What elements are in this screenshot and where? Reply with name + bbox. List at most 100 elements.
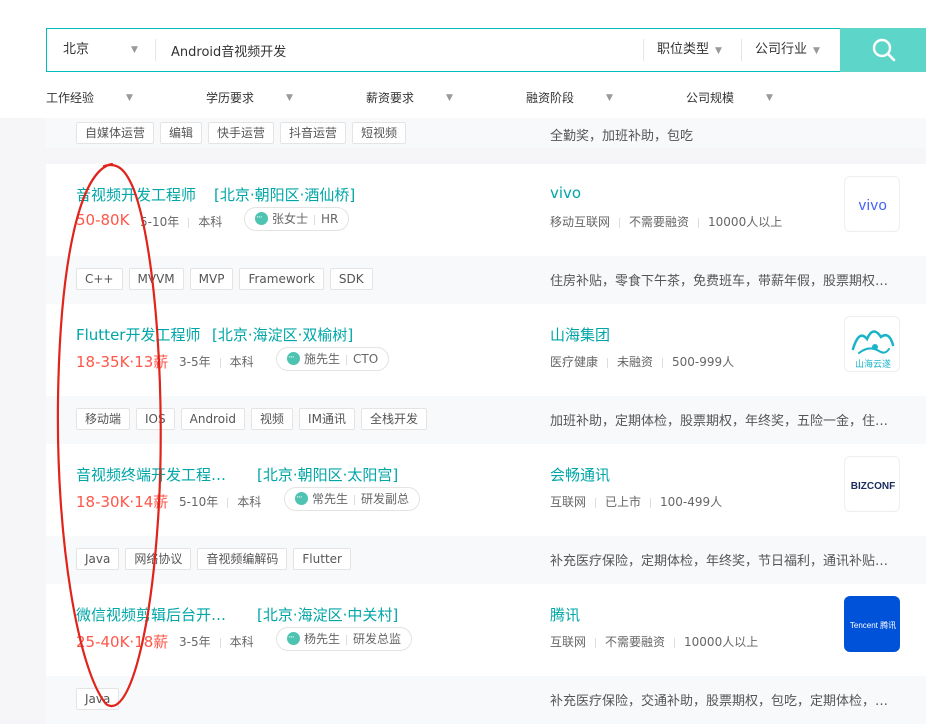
filter-education[interactable]: 学历要求 ▼ bbox=[206, 86, 293, 110]
recruiter-badge[interactable]: 施先生 CTO bbox=[276, 347, 390, 371]
job-tag: 编辑 bbox=[160, 122, 203, 144]
divider bbox=[674, 637, 676, 648]
job-card-main: 音视频开发工程师 [北京·朝阳区·酒仙桥] 50-80K 5-10年 本科 张女士… bbox=[46, 164, 926, 256]
filter-experience[interactable]: 工作经验 ▼ bbox=[46, 86, 133, 110]
divider bbox=[595, 637, 597, 648]
company-name[interactable]: vivo bbox=[550, 184, 581, 202]
job-card-main: 微信视频剪辑后台开… [北京·海淀区·中关村] 25-40K·18薪 3-5年 本… bbox=[46, 584, 926, 676]
recruiter-role: HR bbox=[321, 212, 339, 226]
company-industry: 互联网 bbox=[550, 635, 587, 649]
job-title[interactable]: 音视频终端开发工程… bbox=[76, 464, 226, 485]
job-salary: 18-35K·13薪 bbox=[76, 353, 169, 371]
company-name[interactable]: 山海集团 bbox=[550, 324, 610, 345]
shanhai-logo-graphic: 山海云遂 bbox=[851, 330, 895, 370]
job-tag: Framework bbox=[239, 268, 324, 290]
search-icon bbox=[872, 38, 896, 62]
company-stage: 未融资 bbox=[617, 355, 654, 369]
filter-label: 融资阶段 bbox=[526, 91, 575, 105]
chevron-down-icon: ▼ bbox=[131, 45, 138, 55]
recruiter-badge[interactable]: 常先生研发副总 bbox=[284, 487, 421, 511]
job-education: 本科 bbox=[229, 635, 254, 649]
company-industry: 互联网 bbox=[550, 495, 587, 509]
welfare-text: 补充医疗保险，交通补助，股票期权，包吃，定期体检，年终奖 bbox=[550, 694, 896, 709]
job-card[interactable]: 音视频终端开发工程… [北京·朝阳区·太阳宫] 18-30K·14薪 5-10年… bbox=[46, 444, 926, 584]
tencent-logo[interactable]: Tencent 腾讯 bbox=[844, 596, 900, 652]
job-card-main: 音视频终端开发工程… [北京·朝阳区·太阳宫] 18-30K·14薪 5-10年… bbox=[46, 444, 926, 536]
chat-icon bbox=[287, 347, 300, 369]
bizconf-logo-graphic: BIZCONF bbox=[851, 481, 895, 492]
filter-salary[interactable]: 薪资要求 ▼ bbox=[366, 86, 453, 110]
industry-label: 公司行业 bbox=[755, 42, 808, 57]
vivo-logo[interactable]: vivo bbox=[844, 176, 900, 232]
job-card[interactable]: 音视频开发工程师 [北京·朝阳区·酒仙桥] 50-80K 5-10年 本科 张女士… bbox=[46, 164, 926, 304]
city-selector[interactable]: 北京 ▼ bbox=[47, 29, 155, 71]
job-tag: Android bbox=[180, 408, 246, 430]
job-tags: 移动端 IOS Android 视频 IM通讯 全栈开发 bbox=[76, 408, 433, 430]
search-button[interactable] bbox=[840, 28, 926, 72]
recruiter-name: 杨先生 bbox=[304, 632, 341, 646]
job-tag: 视频 bbox=[251, 408, 294, 430]
job-education: 本科 bbox=[198, 215, 223, 229]
company-size: 10000人以上 bbox=[708, 215, 783, 229]
job-education: 本科 bbox=[229, 355, 254, 369]
filter-financing[interactable]: 融资阶段 ▼ bbox=[526, 86, 613, 110]
job-tag: MVP bbox=[189, 268, 234, 290]
job-tag: 全栈开发 bbox=[360, 408, 427, 430]
job-requirements: 3-5年 本科 bbox=[179, 353, 254, 370]
position-type-label: 职位类型 bbox=[657, 42, 710, 57]
job-card-footer: C++ MVVM MVP Framework SDK 住房补贴，零食下午茶，免费班车，带… bbox=[46, 256, 926, 304]
company-size: 100-499人 bbox=[660, 495, 723, 509]
recruiter-badge[interactable]: 张女士 HR bbox=[244, 207, 350, 231]
job-tag: IOS bbox=[136, 408, 175, 430]
position-type-dropdown[interactable]: 职位类型 ▼ bbox=[657, 29, 722, 71]
chat-icon bbox=[255, 207, 268, 229]
recruiter-badge[interactable]: 杨先生研发总监 bbox=[276, 627, 413, 651]
job-title[interactable]: 音视频开发工程师 bbox=[76, 184, 196, 205]
svg-text:vivo: vivo bbox=[859, 197, 888, 214]
chevron-down-icon: ▼ bbox=[126, 93, 133, 103]
company-stage: 已上市 bbox=[605, 495, 642, 509]
chevron-down-icon: ▼ bbox=[286, 93, 293, 103]
job-title[interactable]: Flutter开发工程师 bbox=[76, 324, 200, 345]
search-input[interactable] bbox=[157, 29, 641, 71]
filter-label: 薪资要求 bbox=[366, 91, 415, 105]
job-education: 本科 bbox=[237, 495, 262, 509]
company-name[interactable]: 腾讯 bbox=[550, 604, 580, 625]
divider bbox=[698, 217, 700, 228]
bizconf-logo[interactable]: BIZCONF bbox=[844, 456, 900, 512]
job-experience: 3-5年 bbox=[179, 355, 211, 369]
divider bbox=[354, 494, 356, 505]
shanhai-logo[interactable]: 山海云遂 bbox=[844, 316, 900, 372]
recruiter-role: 研发副总 bbox=[361, 492, 410, 506]
divider bbox=[662, 357, 664, 368]
industry-dropdown[interactable]: 公司行业 ▼ bbox=[755, 29, 820, 71]
job-card-main: Flutter开发工程师 [北京·海淀区·双榆树] 18-35K·13薪 3-5… bbox=[46, 304, 926, 396]
divider bbox=[219, 357, 221, 368]
job-title[interactable]: 微信视频剪辑后台开… bbox=[76, 604, 226, 625]
welfare-text: 补充医疗保险，定期体检，年终奖，节日福利，通讯补贴，零食下午茶 bbox=[550, 554, 896, 569]
filter-company-size[interactable]: 公司规模 ▼ bbox=[686, 86, 773, 110]
divider bbox=[607, 357, 609, 368]
company-industry: 移动互联网 bbox=[550, 215, 611, 229]
job-requirements: 3-5年 本科 bbox=[179, 633, 254, 650]
company-info: 互联网 不需要融资 10000人以上 bbox=[550, 633, 758, 650]
job-card[interactable]: 微信视频剪辑后台开… [北京·海淀区·中关村] 25-40K·18薪 3-5年 本… bbox=[46, 584, 926, 724]
logo-text: BIZCONF bbox=[851, 481, 895, 492]
job-card-footer: Java 补充医疗保险，交通补助，股票期权，包吃，定期体检，年终奖 bbox=[46, 676, 926, 724]
job-card[interactable]: Flutter开发工程师 [北京·海淀区·双榆树] 18-35K·13薪 3-5… bbox=[46, 304, 926, 444]
divider bbox=[314, 214, 316, 225]
job-tags: C++ MVVM MVP Framework SDK bbox=[76, 268, 379, 290]
company-info: 医疗健康 未融资 500-999人 bbox=[550, 353, 734, 370]
recruiter-role: CTO bbox=[353, 352, 379, 366]
job-tags: Java bbox=[76, 688, 125, 710]
job-requirements: 5-10年 本科 bbox=[179, 493, 261, 510]
filter-label: 公司规模 bbox=[686, 91, 735, 105]
company-name[interactable]: 会畅通讯 bbox=[550, 464, 610, 485]
chevron-down-icon: ▼ bbox=[446, 93, 453, 103]
company-size: 10000人以上 bbox=[684, 635, 759, 649]
job-tag: C++ bbox=[76, 268, 123, 290]
logo-text: 山海云遂 bbox=[855, 358, 891, 370]
job-area: [北京·朝阳区·酒仙桥] bbox=[214, 186, 356, 204]
filter-bar: 工作经验 ▼ 学历要求 ▼ 薪资要求 ▼ 融资阶段 ▼ 公司规模 ▼ bbox=[46, 86, 926, 110]
job-tag: Java bbox=[76, 548, 120, 570]
